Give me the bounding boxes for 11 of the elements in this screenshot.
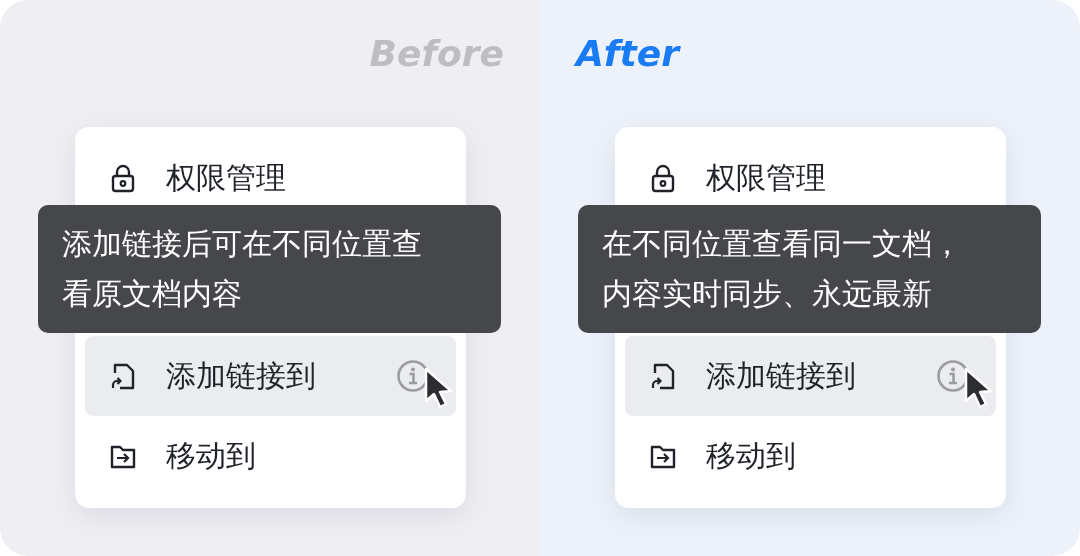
menu-item[interactable]: 权限管理 [625,138,996,218]
menu-item[interactable]: 添加链接到 [85,336,456,416]
panel-heading: After [576,32,679,76]
tooltip-text: 内容实时同步、永远最新 [602,275,932,313]
menu-item[interactable]: 移动到 [85,416,456,496]
tooltip-text: 添加链接后可在不同位置查 [62,225,422,263]
menu-item[interactable]: 权限管理 [85,138,456,218]
tooltip-text: 在不同位置查看同一文档， [602,225,962,263]
menu-item[interactable]: 移动到 [625,416,996,496]
tooltip-text: 看原文档内容 [62,275,242,313]
menu-item[interactable]: 添加链接到 [625,336,996,416]
